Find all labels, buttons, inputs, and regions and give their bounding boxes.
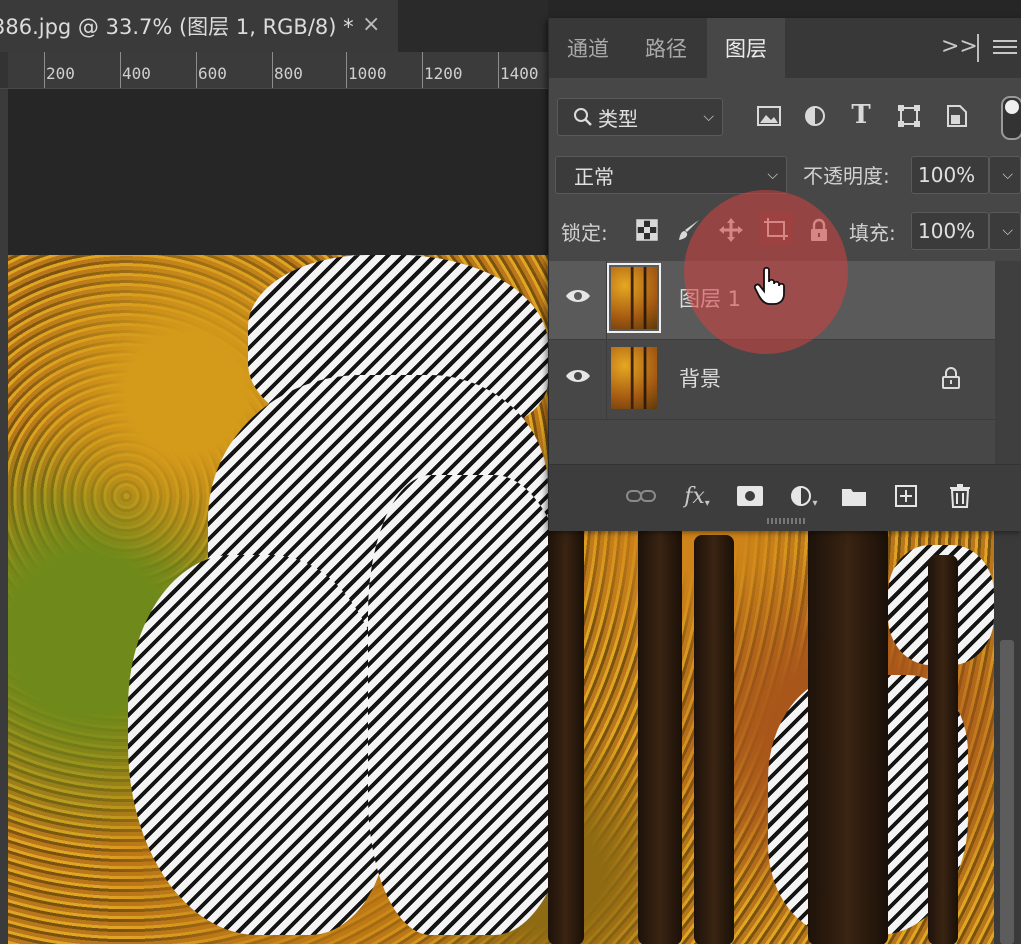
lock-label: 锁定: [561,221,608,245]
search-icon [574,108,592,126]
ruler-label: 1000 [348,64,387,83]
chevron-down-icon: ⌵ [703,109,714,125]
collapse-panel-icon[interactable]: >> [941,34,978,59]
fill-field[interactable]: 100% [911,212,989,250]
image-filter-icon[interactable] [755,102,783,130]
panel-tab-bar: 通道 路径 图层 >> [549,18,1021,78]
document-tab-bar: 386.jpg @ 33.7% (图层 1, RGB/8) * × [0,0,548,52]
ruler-label: 1200 [424,64,463,83]
chevron-down-icon: ⌵ [767,167,778,183]
chevron-down-icon: ⌵ [1002,223,1013,239]
close-icon[interactable]: × [362,12,380,37]
fx-label: fx [684,483,705,509]
opacity-field[interactable]: 100% [911,156,989,194]
link-layers-icon[interactable] [625,481,657,511]
opacity-value: 100% [918,163,976,187]
tab-channels[interactable]: 通道 [549,18,627,78]
document-tab[interactable]: 386.jpg @ 33.7% (图层 1, RGB/8) * × [0,0,398,52]
fill-label: 填充: [849,221,896,245]
chevron-down-icon: ⌵ [1002,167,1013,183]
opacity-label: 不透明度: [803,164,890,188]
fx-icon[interactable]: fx ▾ [679,481,715,511]
eye-icon[interactable] [565,367,591,385]
layer-thumbnail[interactable] [611,347,657,409]
ruler-label: 800 [274,64,303,83]
adjustment-filter-icon[interactable] [801,102,829,130]
visibility-divider [606,341,607,419]
ruler-label: 400 [122,64,151,83]
ruler-label: 1400 [500,64,539,83]
horizontal-ruler[interactable]: 200 400 600 800 1000 1200 1400 [0,52,548,89]
tab-layers[interactable]: 图层 [707,18,785,78]
panel-tab-divider [977,34,979,62]
blend-mode-select[interactable]: 正常 ⌵ [555,156,787,194]
fill-dropdown[interactable]: ⌵ [989,212,1021,250]
layers-scrollbar[interactable] [995,261,1021,464]
layer-filter-label: 类型 [598,106,638,131]
tab-paths[interactable]: 路径 [627,18,705,78]
vertical-ruler[interactable] [0,89,8,944]
hand-cursor-icon [753,266,785,305]
smart-object-filter-icon[interactable] [943,102,971,130]
new-group-icon[interactable] [839,481,869,511]
lock-transparent-pixels-icon[interactable] [633,216,661,244]
panel-menu-icon[interactable] [993,40,1017,58]
blend-mode-value: 正常 [574,164,614,189]
new-layer-icon[interactable] [891,481,921,511]
document-tab-title: 386.jpg @ 33.7% (图层 1, RGB/8) * [0,15,354,39]
opacity-dropdown[interactable]: ⌵ [989,156,1021,194]
shape-filter-icon[interactable] [895,102,923,130]
layer-name[interactable]: 背景 [679,363,721,393]
layer-filter-select[interactable]: 类型 ⌵ [557,98,723,136]
add-mask-icon[interactable] [735,481,765,511]
layer-thumbnail[interactable] [607,263,661,333]
visibility-divider [606,261,607,339]
ruler-label: 600 [198,64,227,83]
filter-toggle[interactable] [1001,96,1021,140]
panel-resize-grip[interactable] [767,518,807,524]
eye-icon[interactable] [565,287,591,305]
fill-value: 100% [918,219,976,243]
ruler-label: 200 [46,64,75,83]
vertical-scrollbar-thumb[interactable] [1000,640,1014,944]
delete-layer-icon[interactable] [945,481,975,511]
new-adjustment-layer-icon[interactable]: ▾ [787,481,821,511]
type-filter-icon[interactable]: T [847,100,875,130]
layer-lock-icon [942,367,960,389]
ruler-corner [0,52,8,88]
